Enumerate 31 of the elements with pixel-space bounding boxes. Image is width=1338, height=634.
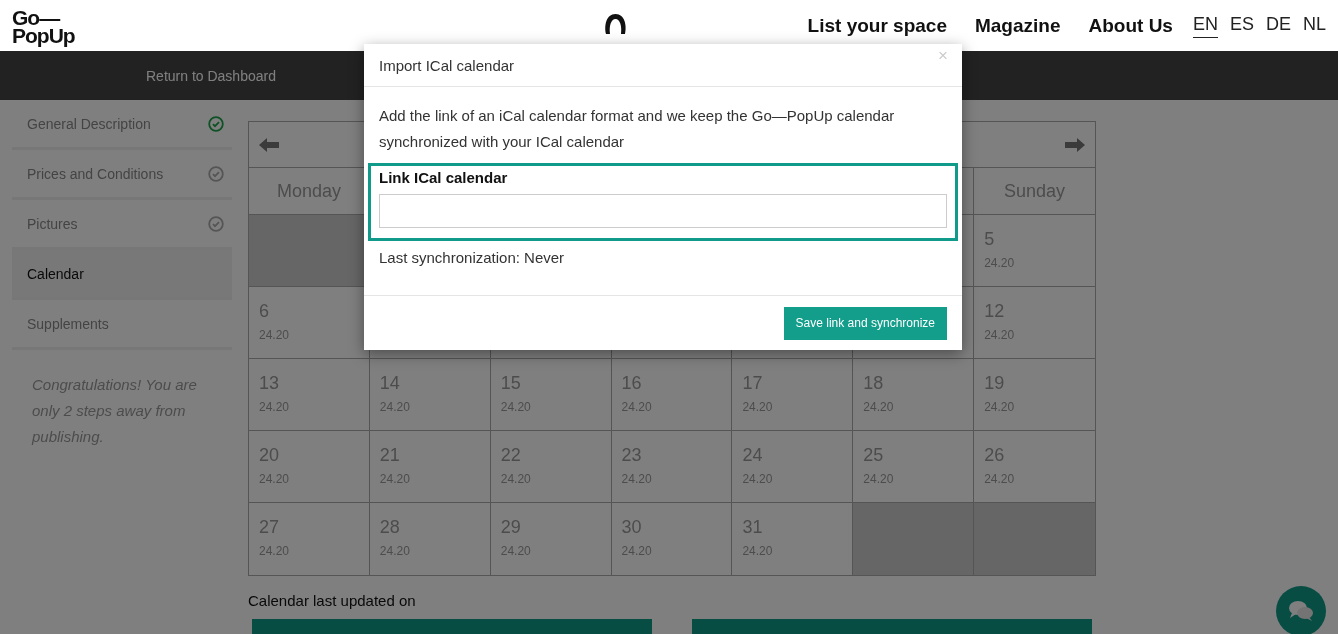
link-input-field[interactable] [379, 194, 947, 228]
logo[interactable]: Go— PopUp [12, 8, 75, 45]
chat-icon [1287, 599, 1315, 623]
language-link[interactable]: ES [1229, 13, 1254, 38]
field-label: Link ICal calendar [379, 169, 509, 186]
dialog-title: Import ICal calendar [379, 56, 515, 74]
nav-link[interactable]: List your space [807, 14, 947, 37]
dialog-description: Add the link of an iCal calendar format and we keep the Go—PopUp calendar synchronized with your ICal calendar [379, 106, 896, 152]
sidebar-item[interactable]: Calendar [12, 250, 232, 300]
sidebar-item-label: Supplements [27, 315, 109, 332]
save-button[interactable]: Save link and synchronize [783, 306, 947, 340]
language-link[interactable]: EN [1192, 13, 1218, 38]
sidebar-item[interactable]: Prices and Conditions [12, 150, 232, 200]
sidebar-item-label: Pictures [27, 215, 78, 232]
sync-status: Last synchronization: Never [379, 249, 566, 266]
language-link[interactable]: DE [1265, 13, 1291, 38]
sidebar-item[interactable]: General Description [12, 100, 232, 150]
user-icon[interactable] [603, 12, 628, 34]
return-link[interactable]: Return to Dashboard [146, 67, 276, 84]
previous-arrow-icon[interactable] [259, 137, 279, 152]
chat-button[interactable] [1276, 586, 1326, 634]
sidebar-item-label: Calendar [27, 265, 84, 282]
sidebar-item[interactable]: Supplements [12, 300, 232, 350]
nav-link[interactable]: Magazine [974, 14, 1061, 37]
updated-text: Calendar last updated on [248, 592, 417, 609]
close-button[interactable]: × [938, 46, 948, 66]
sidebar-item-label: Prices and Conditions [27, 165, 164, 182]
language-link[interactable]: NL [1303, 13, 1326, 38]
nav-link[interactable]: About Us [1088, 14, 1173, 37]
sidebar-item-label: General Description [27, 115, 151, 132]
next-arrow-icon[interactable] [1065, 137, 1085, 152]
